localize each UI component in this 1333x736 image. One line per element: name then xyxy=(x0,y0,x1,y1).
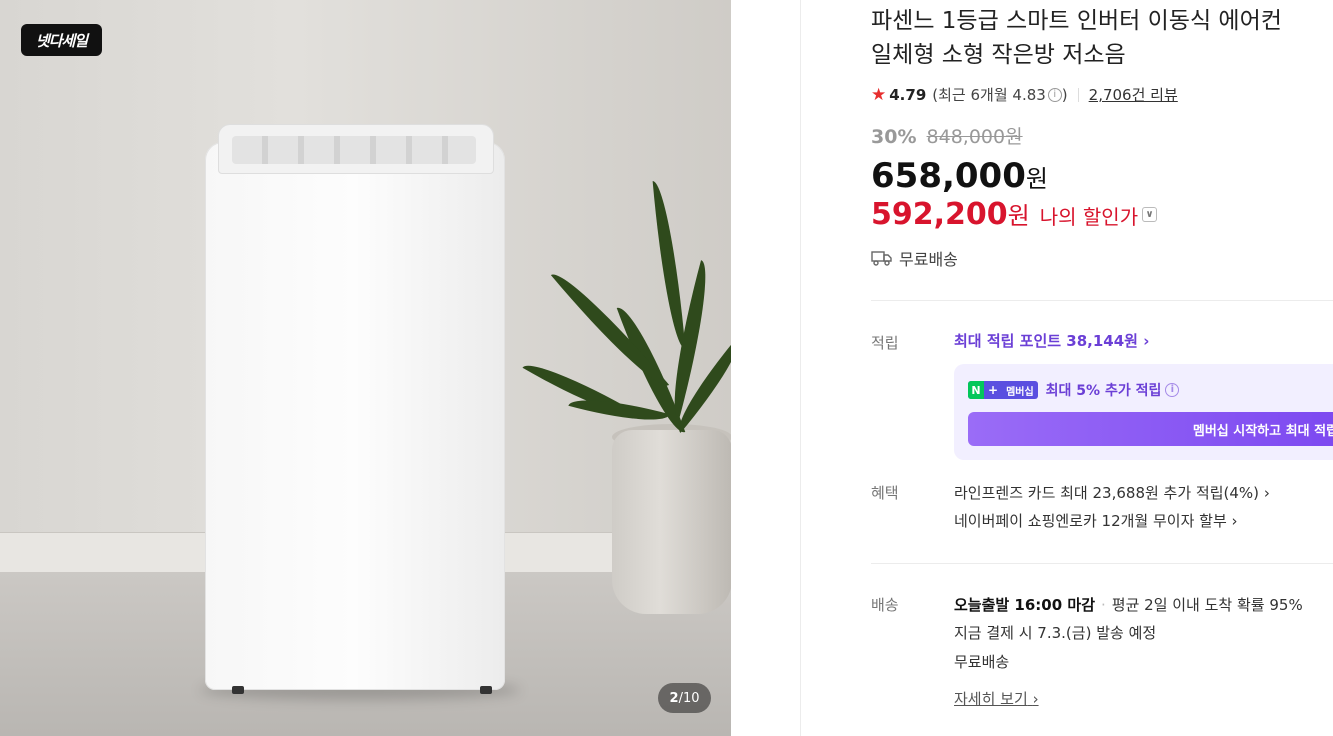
star-icon: ★ xyxy=(871,84,887,105)
membership-start-button[interactable]: 멤버십 시작하고 최대 적립 xyxy=(968,412,1333,446)
naver-membership-badge: N + 멤버십 xyxy=(968,381,1038,399)
product-title-line1: 파센느 1등급 스마트 인버터 이동식 에어컨 xyxy=(871,8,1282,34)
image-counter: 2/10 xyxy=(658,683,711,713)
product-image[interactable]: 넷다세일 2/10 xyxy=(0,0,731,736)
info-icon[interactable]: i xyxy=(1047,87,1062,102)
ac-foot xyxy=(232,686,244,694)
air-conditioner-vent xyxy=(232,136,476,164)
dispatch-schedule: 지금 결제 시 7.3.(금) 발송 예정 xyxy=(954,624,1157,642)
dispatch-line: 오늘출발 16:00 마감 · 평균 2일 이내 도착 확률 95% xyxy=(954,594,1303,615)
detail-link-text: 자세히 보기 xyxy=(954,690,1028,708)
max-points-text: 최대 적립 포인트 38,144원 xyxy=(954,332,1138,350)
max-points-link[interactable]: 최대 적립 포인트 38,144원 › xyxy=(954,330,1149,351)
chevron-right-icon: › xyxy=(1263,484,1270,502)
chevron-right-icon: › xyxy=(1143,332,1150,350)
installment-benefit-link[interactable]: 네이버페이 쇼핑엔로카 12개월 무이자 할부 › xyxy=(954,510,1238,531)
info-icon[interactable]: i xyxy=(1165,383,1180,397)
section-divider xyxy=(871,300,1333,301)
membership-line: N + 멤버십 최대 5% 추가 적립 i xyxy=(968,380,1180,400)
sale-price: 658,000원 xyxy=(871,156,1048,196)
air-conditioner-body xyxy=(205,142,505,690)
shipping-detail-link[interactable]: 자세히 보기 › xyxy=(954,688,1039,709)
dispatch-cutoff: 오늘출발 16:00 마감 xyxy=(954,596,1095,614)
my-price-label: 나의 할인가 xyxy=(1039,205,1139,229)
discount-percent: 30% xyxy=(871,126,917,148)
free-shipping-text: 무료배송 xyxy=(899,250,958,269)
product-title-line2: 일체형 소형 작은방 저소음 xyxy=(871,42,1126,68)
sale-price-unit: 원 xyxy=(1025,165,1048,193)
separator xyxy=(1077,87,1079,102)
plant-pot xyxy=(612,430,731,614)
panel-divider xyxy=(800,0,801,736)
membership-extra-text: 최대 5% 추가 적립 xyxy=(1045,383,1162,399)
my-price-unit: 원 xyxy=(1007,202,1030,230)
my-discount-price[interactable]: 592,200 원 나의 할인가 ∨ xyxy=(871,196,1158,232)
chevron-right-icon: › xyxy=(1231,512,1238,530)
review-count-link[interactable]: 2,706건 리뷰 xyxy=(1089,84,1178,105)
membership-badge-text: 멤버십 xyxy=(1006,386,1034,398)
installment-text: 네이버페이 쇼핑엔로카 12개월 무이자 할부 xyxy=(954,512,1227,530)
naver-n-logo: N xyxy=(968,381,984,399)
ac-foot xyxy=(480,686,492,694)
membership-box: N + 멤버십 최대 5% 추가 적립 i 멤버십 시작하고 최대 적립 xyxy=(954,364,1333,460)
product-title: 파센느 1등급 스마트 인버터 이동식 에어컨 일체형 소형 작은방 저소음 xyxy=(871,4,1333,72)
arrival-probability: 평균 2일 이내 도착 확률 95% xyxy=(1111,596,1303,614)
shipping-label: 배송 xyxy=(871,596,899,614)
shipping-fee: 무료배송 xyxy=(954,653,1010,671)
image-counter-total: /10 xyxy=(678,690,700,706)
recent-rating: (최근 6개월 4.83 xyxy=(932,86,1046,104)
truck-icon xyxy=(871,251,892,266)
recent-rating-close: ) xyxy=(1061,85,1068,104)
original-price: 848,000원 xyxy=(926,126,1023,148)
rating-score: 4.79 xyxy=(889,85,927,104)
discount-row: 30% 848,000원 xyxy=(871,122,1023,149)
membership-plus: + xyxy=(988,383,999,397)
image-counter-current: 2 xyxy=(669,690,679,706)
my-price-value: 592,200 xyxy=(871,197,1008,232)
product-info-panel: 파센느 1등급 스마트 인버터 이동식 에어컨 일체형 소형 작은방 저소음 ★… xyxy=(871,0,1333,736)
dot-separator: · xyxy=(1101,596,1106,614)
sale-price-value: 658,000 xyxy=(871,156,1026,196)
chevron-right-icon: › xyxy=(1032,690,1039,708)
rating-row: ★ 4.79 (최근 6개월 4.83 i ) 2,706건 리뷰 xyxy=(871,84,1178,105)
chevron-down-icon[interactable]: ∨ xyxy=(1142,206,1158,222)
card-benefit-text: 라인프렌즈 카드 최대 23,688원 추가 적립(4%) xyxy=(954,484,1260,502)
section-divider xyxy=(871,563,1333,564)
benefits-label: 혜택 xyxy=(871,484,899,502)
card-benefit-link[interactable]: 라인프렌즈 카드 최대 23,688원 추가 적립(4%) › xyxy=(954,482,1270,503)
sale-badge: 넷다세일 xyxy=(21,24,102,56)
points-label: 적립 xyxy=(871,334,899,352)
free-shipping-row: 무료배송 xyxy=(871,246,958,270)
